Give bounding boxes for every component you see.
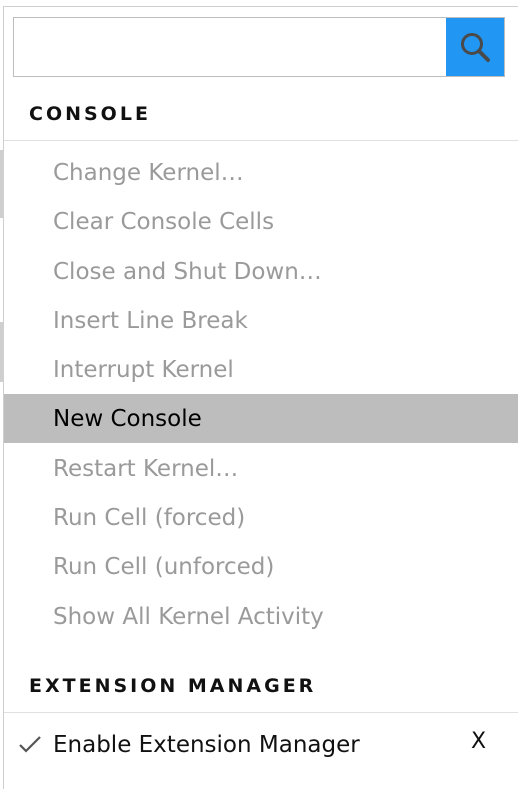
command-label: Close and Shut Down…	[53, 258, 322, 285]
command-label: Clear Console Cells	[53, 208, 275, 235]
close-button[interactable]: X	[471, 729, 486, 754]
command-label: Interrupt Kernel	[53, 356, 234, 383]
command-restart-kernel[interactable]: Restart Kernel…	[4, 444, 518, 493]
search-icon	[461, 33, 490, 62]
command-label: Insert Line Break	[53, 307, 248, 334]
section-header-extension-manager: EXTENSION MANAGER	[4, 675, 518, 713]
command-label: Restart Kernel…	[53, 455, 239, 482]
command-clear-console-cells[interactable]: Clear Console Cells	[4, 197, 518, 246]
command-change-kernel[interactable]: Change Kernel…	[4, 148, 518, 197]
command-show-all-kernel-activity[interactable]: Show All Kernel Activity	[4, 592, 518, 641]
command-label: Run Cell (forced)	[53, 504, 246, 531]
search-button[interactable]	[446, 18, 504, 76]
command-enable-extension-manager[interactable]: Enable Extension Manager	[4, 720, 518, 769]
check-icon	[19, 736, 41, 753]
command-run-cell-forced[interactable]: Run Cell (forced)	[4, 493, 518, 542]
section-title: EXTENSION MANAGER	[29, 675, 317, 697]
command-label: Enable Extension Manager	[53, 731, 360, 758]
command-insert-line-break[interactable]: Insert Line Break	[4, 296, 518, 345]
command-palette: CONSOLE Change Kernel… Clear Console Cel…	[3, 6, 518, 789]
section-header-console: CONSOLE	[4, 103, 518, 141]
search-box	[13, 17, 505, 77]
command-run-cell-unforced[interactable]: Run Cell (unforced)	[4, 542, 518, 591]
command-label: Change Kernel…	[53, 159, 244, 186]
command-close-and-shut-down[interactable]: Close and Shut Down…	[4, 247, 518, 296]
command-label: Show All Kernel Activity	[53, 603, 324, 630]
command-interrupt-kernel[interactable]: Interrupt Kernel	[4, 345, 518, 394]
search-input[interactable]	[14, 18, 446, 76]
command-label: New Console	[53, 405, 202, 432]
command-label: Run Cell (unforced)	[53, 553, 275, 580]
command-new-console[interactable]: New Console	[4, 394, 518, 443]
section-title: CONSOLE	[29, 103, 151, 125]
